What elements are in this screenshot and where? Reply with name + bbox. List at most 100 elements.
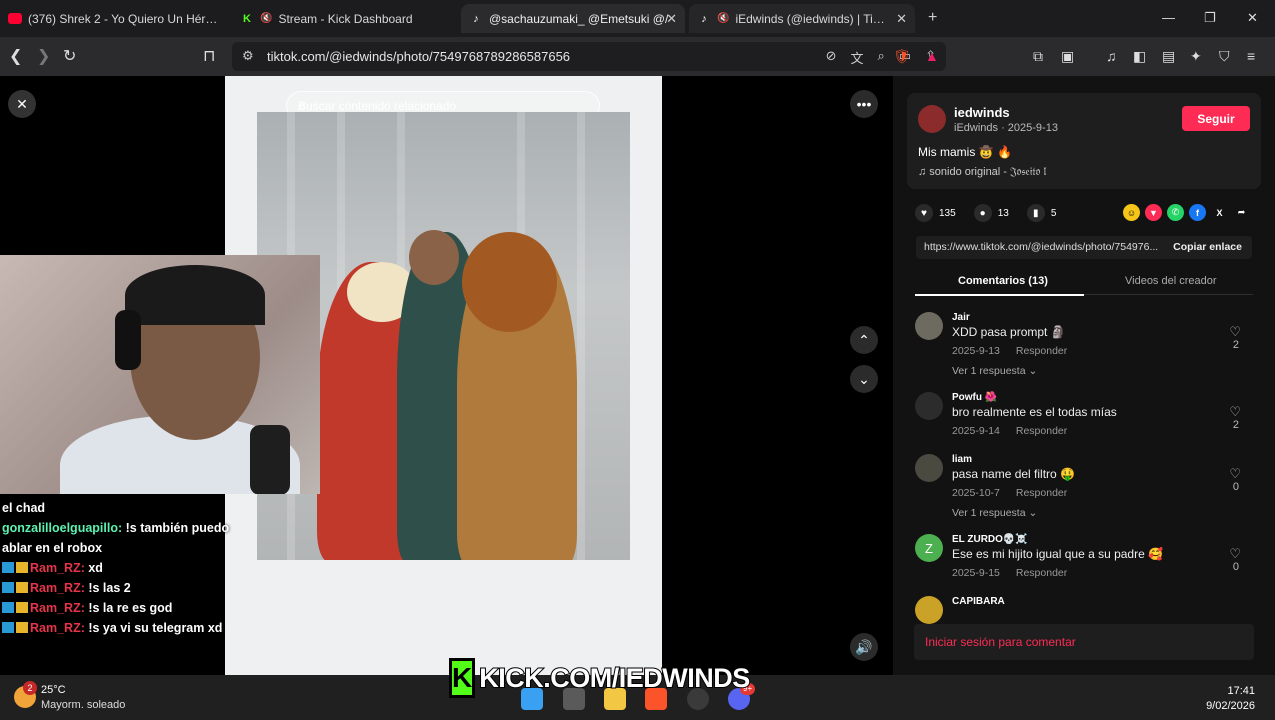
comment-like-icon[interactable]: ♡ — [1229, 546, 1241, 562]
x-icon[interactable]: X — [1211, 204, 1228, 221]
comment-count: 13 — [997, 207, 1009, 219]
post-link[interactable]: https://www.tiktok.com/@iedwinds/photo/7… — [924, 241, 1160, 253]
close-tab-icon[interactable]: ✕ — [666, 11, 677, 27]
forward-icon[interactable]: ❯ — [37, 46, 50, 66]
close-viewer-icon[interactable]: ✕ — [8, 90, 36, 118]
youtube-icon — [8, 12, 22, 26]
comment-text: Ese es mi hijito igual que a su padre 🥰 — [952, 547, 1164, 561]
comment-like-count: 2 — [1232, 419, 1239, 431]
like-button[interactable]: ♥ 135 — [915, 204, 956, 222]
minimize-icon[interactable]: — — [1162, 10, 1175, 25]
facebook-icon[interactable]: f — [1189, 204, 1206, 221]
author-name[interactable]: iedwinds — [954, 105, 1010, 120]
mute-icon[interactable]: 🔇 — [717, 13, 729, 24]
save-button[interactable]: ▮ 5 — [1026, 204, 1056, 222]
previous-post-icon[interactable]: ⌃ — [850, 326, 878, 354]
reply-button[interactable]: Responder — [1016, 487, 1067, 499]
stream-chat-overlay: el chad gonzalilloelguapillo: !s también… — [2, 498, 252, 638]
comment-button[interactable]: ● 13 — [973, 204, 1009, 222]
extensions-icon[interactable]: ⧉ — [1033, 48, 1043, 65]
commenter-name[interactable]: EL ZURDO💀☠️ — [952, 534, 1028, 545]
zoom-icon[interactable]: ⌕ — [878, 48, 885, 67]
follow-button[interactable]: Seguir — [1182, 106, 1250, 131]
comment-login-bar[interactable]: Iniciar sesión para comentar — [914, 624, 1254, 660]
commenter-avatar[interactable] — [915, 392, 943, 420]
tab-creator-videos[interactable]: Videos del creador — [1125, 275, 1217, 287]
tracking-icon[interactable]: ⊘ — [826, 48, 837, 67]
commenter-avatar[interactable]: Z — [915, 534, 943, 562]
sidebar-icon[interactable]: ◧ — [1133, 48, 1146, 65]
post-sidebar: iedwinds iEdwinds · 2025-9-13 Seguir Mis… — [893, 76, 1275, 675]
whatsapp-icon[interactable]: ✆ — [1167, 204, 1184, 221]
reply-button[interactable]: Responder — [1016, 425, 1067, 437]
comment-like-icon[interactable]: ♡ — [1229, 324, 1241, 340]
comment-meta: 2025-9-13 Responder — [952, 345, 1068, 357]
comment-meta: 2025-9-14 Responder — [952, 425, 1068, 437]
tab-tiktok-sachauzumaki[interactable]: ♪ @sachauzumaki_ @Emetsuki @/ ✕ — [461, 4, 685, 33]
chat-line: Ram_RZ: !s la re es god — [2, 598, 252, 618]
reload-icon[interactable]: ↻ — [63, 46, 76, 66]
commenter-avatar[interactable] — [915, 312, 943, 340]
close-window-icon[interactable]: ✕ — [1247, 10, 1258, 26]
photo-person-right-hair — [462, 232, 557, 332]
brave-rewards-icon[interactable]: ▲ — [925, 48, 939, 64]
commenter-name[interactable]: CAPIBARA — [952, 596, 1005, 607]
mute-icon[interactable]: 🔇 — [260, 13, 272, 24]
crown-icon — [16, 582, 28, 593]
comment-like-icon[interactable]: ♡ — [1229, 466, 1241, 482]
weather-temp[interactable]: 25°C — [41, 684, 66, 696]
chat-line: el chad — [2, 501, 46, 515]
bookmark-icon[interactable]: ⊓ — [203, 46, 215, 66]
tab-tiktok-iedwinds[interactable]: ♪ 🔇 iEdwinds (@iedwinds) | TikTo ✕ — [689, 4, 915, 33]
reply-button[interactable]: Responder — [1016, 345, 1067, 357]
embed-share-icon[interactable]: ☺ — [1123, 204, 1140, 221]
post-caption: Mis mamis 🤠 🔥 — [918, 145, 1012, 159]
comment-item: Jair XDD pasa prompt 🗿 2025-9-13 Responde… — [915, 312, 1253, 380]
tab-comments[interactable]: Comentarios (13) — [958, 275, 1048, 287]
view-replies-button[interactable]: Ver 1 respuesta ⌄ — [952, 507, 1037, 519]
media-icon[interactable]: ♫ — [1106, 48, 1117, 64]
chat-username: gonzalilloelguapillo: — [2, 521, 123, 535]
author-subtitle: iEdwinds · 2025-9-13 — [954, 122, 1058, 134]
system-clock[interactable]: 17:41 9/02/2026 — [1206, 684, 1255, 714]
volume-icon[interactable]: 🔊 — [850, 633, 878, 661]
copy-link-button[interactable]: Copiar enlace — [1173, 241, 1242, 253]
comment-like-icon[interactable]: ♡ — [1229, 404, 1241, 420]
comment-like-count: 0 — [1232, 561, 1239, 573]
close-tab-icon[interactable]: ✕ — [896, 11, 907, 27]
login-to-comment-text[interactable]: Iniciar sesión para comentar — [925, 635, 1076, 649]
badge-icon — [2, 622, 14, 633]
more-options-icon[interactable]: ••• — [850, 90, 878, 118]
author-avatar[interactable] — [918, 105, 946, 133]
translate-icon[interactable]: 文 — [851, 48, 864, 67]
new-tab-icon[interactable]: + — [928, 9, 937, 27]
next-post-icon[interactable]: ⌄ — [850, 365, 878, 393]
commenter-name[interactable]: Jair — [952, 312, 970, 323]
back-icon[interactable]: ❮ — [9, 46, 22, 66]
tab-label: @sachauzumaki_ @Emetsuki @/ — [489, 11, 669, 26]
reader-icon[interactable]: ▣ — [1061, 48, 1074, 65]
wallet-icon[interactable]: ▤ — [1162, 48, 1175, 65]
commenter-avatar[interactable] — [915, 454, 943, 482]
menu-icon[interactable]: ≡ — [1247, 48, 1255, 64]
clock-time: 17:41 — [1227, 685, 1255, 697]
maximize-icon[interactable]: ❐ — [1204, 10, 1216, 26]
more-share-icon[interactable]: ➦ — [1233, 204, 1250, 221]
commenter-name[interactable]: Powfu 🌺 — [952, 392, 997, 403]
commenter-avatar[interactable] — [915, 596, 943, 624]
commenter-name[interactable]: liam — [952, 454, 972, 465]
brave-shield-icon[interactable]: 🛡 — [893, 48, 911, 65]
weather-condition[interactable]: Mayorm. soleado — [41, 699, 125, 711]
tab-youtube[interactable]: (376) Shrek 2 - Yo Quiero Un Héroe ( — [0, 4, 228, 33]
music-link[interactable]: ♫ sonido original - 𝔍𝔬𝔰𝔢𝔦𝔱𝔬 𝔩 — [918, 166, 1046, 179]
reply-button[interactable]: Responder — [1016, 567, 1067, 579]
address-bar[interactable]: ⚙ tiktok.com/@iedwinds/photo/75497687892… — [232, 42, 946, 71]
tab-kick-dashboard[interactable]: K 🔇 Stream - Kick Dashboard — [232, 4, 458, 33]
send-share-icon[interactable]: ▼ — [1145, 204, 1162, 221]
vpn-icon[interactable]: ⛉ — [1219, 48, 1230, 65]
chat-line: gonzalilloelguapillo: !s también puedo — [2, 521, 230, 535]
comment-meta: 2025-10-7 Responder — [952, 487, 1068, 499]
site-settings-icon[interactable]: ⚙ — [242, 48, 254, 64]
leo-ai-icon[interactable]: ✦ — [1190, 48, 1202, 65]
view-replies-button[interactable]: Ver 1 respuesta ⌄ — [952, 365, 1037, 377]
